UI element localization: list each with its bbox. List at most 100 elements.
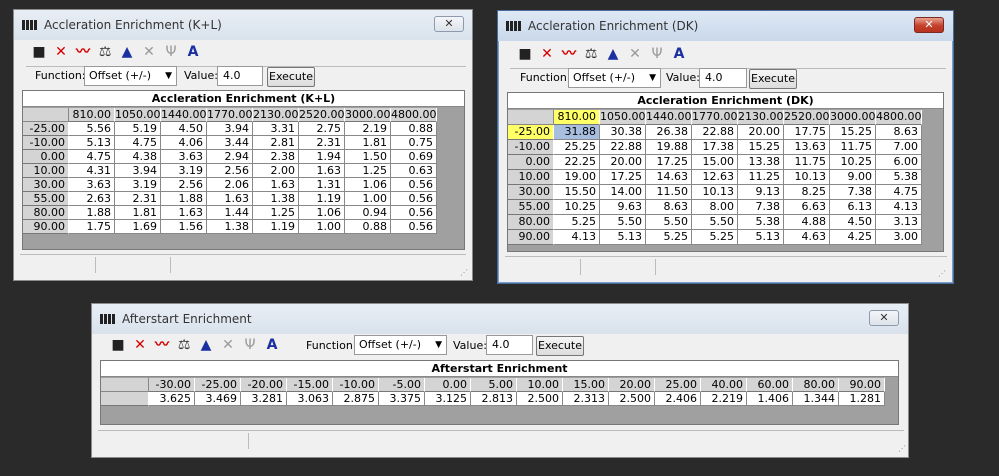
table-cell[interactable]: 1.63 [299,164,345,178]
table-cell[interactable]: 1.81 [115,206,161,220]
table-cell[interactable]: 3.13 [876,215,922,230]
execute-button[interactable]: Execute [749,69,797,89]
table-cell[interactable]: 17.75 [784,125,830,140]
resize-grip-icon[interactable]: ⋰ [460,268,470,278]
value-input[interactable]: 4.0 [699,68,747,88]
table-cell[interactable]: 4.13 [554,230,600,245]
table-cell[interactable]: 10.13 [692,185,738,200]
table-cell[interactable]: 5.38 [738,215,784,230]
table-cell[interactable]: 4.06 [161,136,207,150]
table-cell[interactable]: 0.56 [391,192,437,206]
titlebar[interactable]: Accleration Enrichment (K+L) ✕ [14,10,472,40]
table-cell[interactable]: 4.75 [876,185,922,200]
table-cell[interactable]: 5.13 [600,230,646,245]
table-cell[interactable]: 2.219 [701,392,747,406]
table-cell[interactable]: 4.50 [830,215,876,230]
table-cell[interactable]: 0.69 [391,150,437,164]
table-cell[interactable]: 8.00 [692,200,738,215]
table-cell[interactable]: 26.38 [646,125,692,140]
table-cell[interactable]: 2.56 [207,164,253,178]
table-cell[interactable]: 3.00 [876,230,922,245]
table-cell[interactable]: 5.19 [115,122,161,136]
table-cell[interactable]: 11.25 [738,170,784,185]
table-cell[interactable]: 1.88 [161,192,207,206]
table-cell[interactable]: 13.63 [784,140,830,155]
table-cell[interactable]: 1.25 [345,164,391,178]
graph-icon[interactable]: 〰 [74,42,92,62]
table-cell[interactable]: 1.06 [345,178,391,192]
table-cell[interactable]: 15.25 [830,125,876,140]
table-cell[interactable]: 11.75 [784,155,830,170]
font-icon[interactable]: A [263,335,281,355]
table-cell[interactable]: 1.281 [839,392,885,406]
table-cell[interactable]: 8.63 [646,200,692,215]
table-cell[interactable]: 2.63 [69,192,115,206]
table-cell[interactable]: 30.38 [600,125,646,140]
table-cell[interactable]: 3.94 [207,122,253,136]
table-cell[interactable]: 1.19 [253,220,299,234]
table-cell[interactable]: 10.25 [830,155,876,170]
table-cell[interactable]: 22.88 [600,140,646,155]
table-cell[interactable]: 5.25 [554,215,600,230]
table-cell[interactable]: 2.75 [299,122,345,136]
window-afterstart[interactable]: Afterstart Enrichment ✕ ■ ✕ 〰 ⚖ ▲ ✕ Ψ A … [91,303,909,458]
table-cell[interactable]: 1.63 [253,178,299,192]
table-cell[interactable]: 2.00 [253,164,299,178]
table-area[interactable]: Accleration Enrichment (K+L) 810.00 1050.… [22,90,465,250]
table-cell[interactable]: 4.75 [115,136,161,150]
save-icon[interactable]: ■ [30,42,48,62]
table-cell[interactable]: 4.88 [784,215,830,230]
table-cell[interactable]: 1.38 [207,220,253,234]
table-cell[interactable]: 5.25 [692,230,738,245]
table-cell[interactable]: 11.75 [830,140,876,155]
table-cell[interactable]: 2.313 [563,392,609,406]
table-cell[interactable]: 0.88 [391,122,437,136]
table-cell[interactable]: 5.38 [876,170,922,185]
table-cell[interactable]: 3.63 [69,178,115,192]
balance-icon[interactable]: ⚖ [582,44,600,64]
table-cell[interactable]: 19.00 [554,170,600,185]
table-cell[interactable]: 4.31 [69,164,115,178]
delete-icon[interactable]: ✕ [131,335,149,355]
table-cell[interactable]: 2.500 [609,392,655,406]
table-cell[interactable]: 2.31 [115,192,161,206]
triangle-scale-icon[interactable]: ▲ [604,44,622,64]
font-icon[interactable]: A [670,44,688,64]
table-area[interactable]: Accleration Enrichment (DK) 810.00 1050.0… [507,92,944,252]
table-cell[interactable]: 0.56 [391,178,437,192]
table-cell[interactable]: 2.06 [207,178,253,192]
table-cell[interactable]: 3.44 [207,136,253,150]
graph-icon[interactable]: 〰 [153,335,171,355]
window-kl[interactable]: Accleration Enrichment (K+L) ✕ ■ ✕ 〰 ⚖ ▲… [13,9,473,281]
table-cell[interactable]: 4.38 [115,150,161,164]
table-cell[interactable]: 22.88 [692,125,738,140]
balance-icon[interactable]: ⚖ [96,42,114,62]
table-cell[interactable]: 4.75 [69,150,115,164]
table-cell[interactable]: 8.25 [784,185,830,200]
table-cell[interactable]: 1.38 [253,192,299,206]
execute-button[interactable]: Execute [536,336,584,356]
value-input[interactable]: 4.0 [217,66,263,86]
table-cell[interactable]: 5.50 [600,215,646,230]
table-cell[interactable]: 1.44 [207,206,253,220]
table-cell[interactable]: 6.13 [830,200,876,215]
table-cell[interactable]: 2.875 [333,392,379,406]
table-cell[interactable]: 3.19 [115,178,161,192]
table-cell[interactable]: 1.75 [69,220,115,234]
table-cell[interactable]: 3.469 [195,392,241,406]
window-dk[interactable]: Accleration Enrichment (DK) ✕ ■ ✕ 〰 ⚖ ▲ … [497,10,954,284]
table-cell[interactable]: 1.31 [299,178,345,192]
table-cell[interactable]: 15.50 [554,185,600,200]
table-cell[interactable]: 6.63 [784,200,830,215]
value-input[interactable]: 4.0 [486,335,533,355]
delete-icon[interactable]: ✕ [52,42,70,62]
table-cell[interactable]: 13.38 [738,155,784,170]
table-cell[interactable]: 10.25 [554,200,600,215]
table-cell[interactable]: 2.406 [655,392,701,406]
table-cell[interactable]: 7.38 [738,200,784,215]
table-cell[interactable]: 7.00 [876,140,922,155]
table-cell[interactable]: 1.06 [299,206,345,220]
table-cell[interactable]: 4.50 [161,122,207,136]
execute-button[interactable]: Execute [267,67,315,87]
graph-icon[interactable]: 〰 [560,44,578,64]
